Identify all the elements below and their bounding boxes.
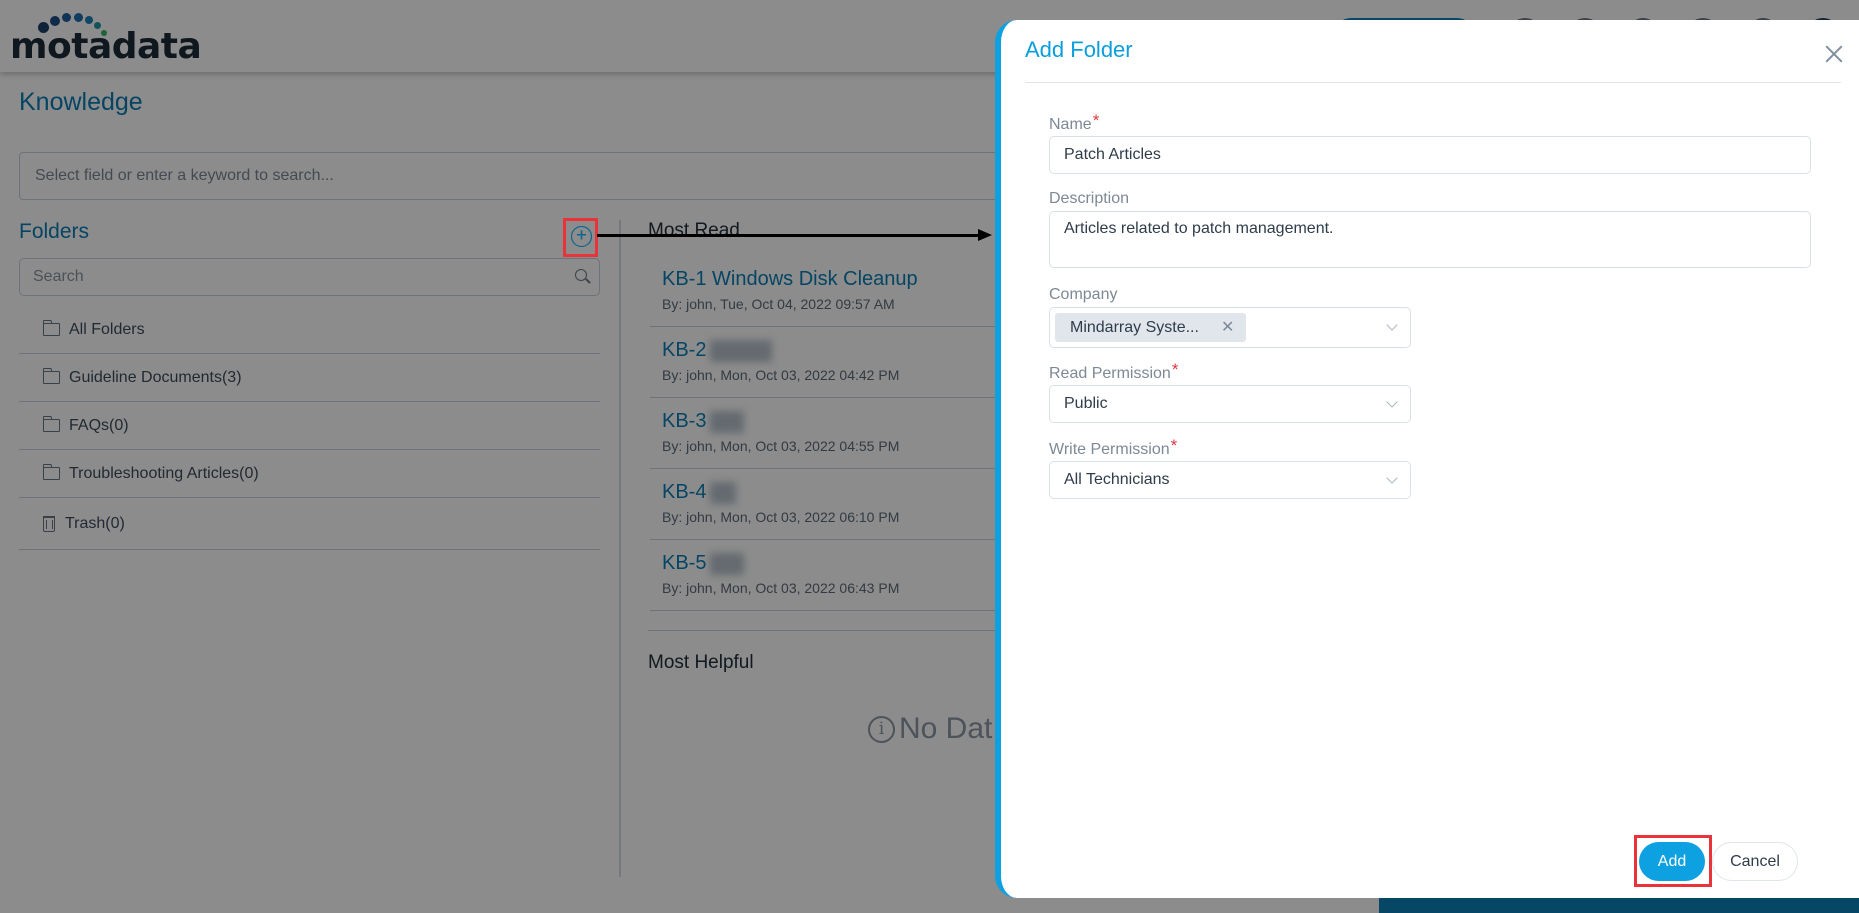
- name-label-text: Name: [1049, 116, 1092, 133]
- read-permission-label-text: Read Permission: [1049, 365, 1171, 382]
- dialog-header-divider: [1025, 82, 1841, 83]
- company-tag-label: Mindarray Syste...: [1070, 319, 1199, 336]
- read-permission-label: Read Permission*: [1049, 360, 1179, 383]
- company-tag: Mindarray Syste... ✕: [1055, 313, 1247, 342]
- name-input[interactable]: [1049, 136, 1811, 174]
- write-permission-select[interactable]: All Technicians: [1049, 461, 1411, 499]
- cancel-button[interactable]: Cancel: [1712, 842, 1798, 881]
- annotation-highlight-add-folder: [563, 218, 598, 257]
- required-marker: *: [1171, 360, 1179, 379]
- chevron-down-icon: [1386, 319, 1398, 331]
- required-marker: *: [1092, 111, 1100, 130]
- chevron-down-icon: [1386, 396, 1398, 408]
- write-permission-label-text: Write Permission: [1049, 441, 1170, 458]
- required-marker: *: [1170, 436, 1178, 455]
- annotation-arrow: [597, 234, 980, 237]
- annotation-arrow-head: [978, 229, 992, 241]
- write-permission-label: Write Permission*: [1049, 436, 1178, 459]
- dialog-title: Add Folder: [1025, 37, 1133, 62]
- write-permission-value: All Technicians: [1064, 471, 1170, 488]
- add-folder-dialog: Add Folder Name* Description Articles re…: [995, 20, 1859, 898]
- remove-tag-icon[interactable]: ✕: [1221, 313, 1234, 342]
- name-label: Name*: [1049, 111, 1100, 134]
- read-permission-value: Public: [1064, 395, 1108, 412]
- company-label: Company: [1049, 286, 1118, 303]
- description-label: Description: [1049, 190, 1130, 207]
- annotation-highlight-add-button: [1634, 835, 1712, 887]
- read-permission-select[interactable]: Public: [1049, 385, 1411, 423]
- description-textarea[interactable]: Articles related to patch management.: [1049, 211, 1811, 268]
- chevron-down-icon: [1386, 472, 1398, 484]
- company-select[interactable]: Mindarray Syste... ✕: [1049, 307, 1411, 348]
- close-icon[interactable]: [1822, 42, 1846, 66]
